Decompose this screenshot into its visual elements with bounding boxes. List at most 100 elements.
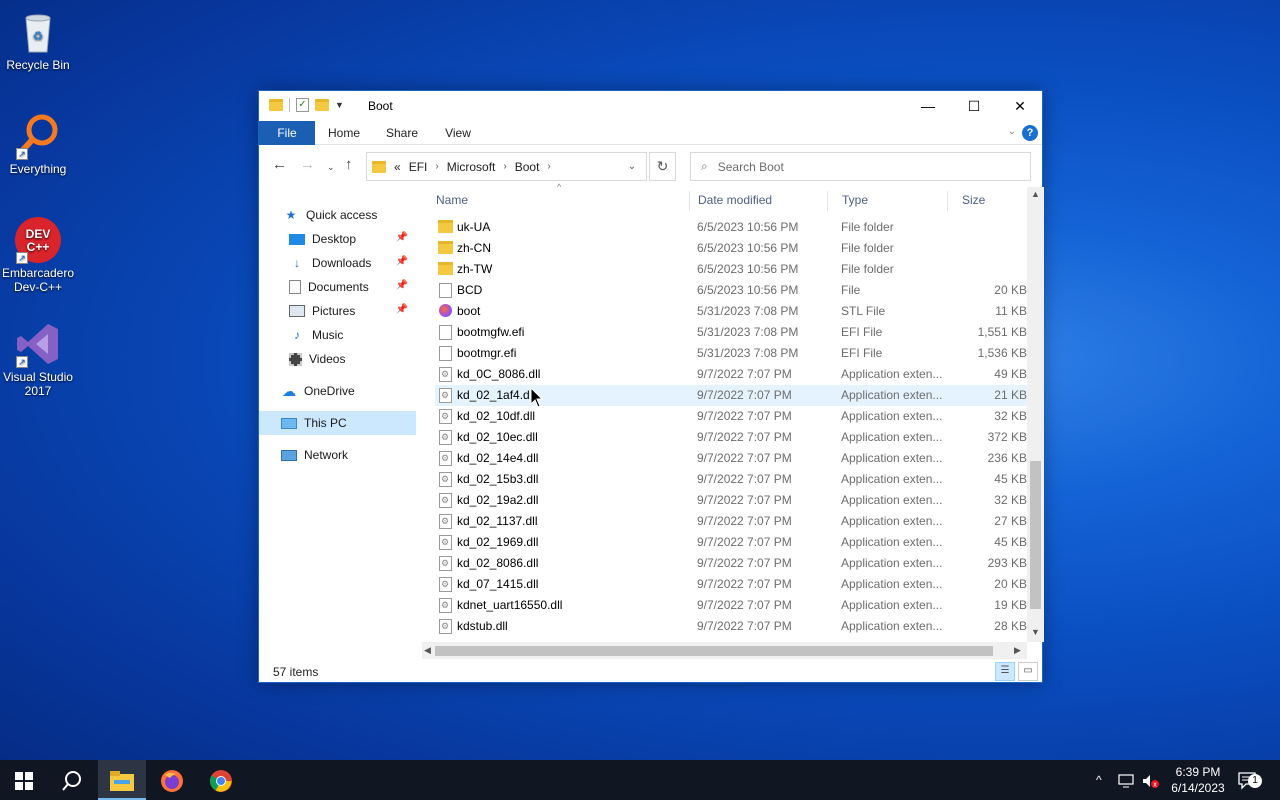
- shortcut-arrow-icon: ↗: [16, 148, 28, 160]
- file-row[interactable]: BCD 6/5/2023 10:56 PM File 20 KB: [435, 280, 1027, 301]
- pin-icon[interactable]: 📌: [396, 280, 408, 291]
- vertical-scroll-thumb[interactable]: [1030, 461, 1041, 609]
- firefox-icon: [161, 770, 183, 793]
- system-clock[interactable]: 6:39 PM 6/14/2023: [1162, 764, 1234, 796]
- tab-home[interactable]: Home: [321, 121, 367, 145]
- file-date-modified: 9/7/2022 7:07 PM: [697, 472, 792, 486]
- download-arrow-icon: ↓: [294, 256, 300, 270]
- file-row[interactable]: zh-TW 6/5/2023 10:56 PM File folder: [435, 259, 1027, 280]
- vertical-scrollbar[interactable]: ▲ ▼: [1027, 187, 1044, 642]
- desktop-icon-recycle-bin[interactable]: ♻ Recycle Bin: [0, 8, 76, 72]
- chevron-right-icon[interactable]: ›: [435, 161, 438, 172]
- chevron-right-icon[interactable]: ›: [547, 161, 550, 172]
- file-explorer-window[interactable]: ✓ ▼ Boot — ☐ ✕ File Home Share View ⌄ ? …: [258, 90, 1044, 683]
- up-arrow-icon[interactable]: ↑: [345, 157, 353, 173]
- file-row[interactable]: kd_02_8086.dll 9/7/2022 7:07 PM Applicatio…: [435, 553, 1027, 574]
- expand-ribbon-chevron-icon[interactable]: ⌄: [1008, 126, 1016, 137]
- search-input[interactable]: ⌕ Search Boot: [690, 152, 1031, 181]
- tab-view[interactable]: View: [439, 121, 477, 145]
- start-button[interactable]: [0, 760, 48, 800]
- file-row[interactable]: kd_07_1415.dll 9/7/2022 7:07 PM Applicatio…: [435, 574, 1027, 595]
- pin-icon[interactable]: 📌: [396, 256, 408, 267]
- file-row[interactable]: kd_02_14e4.dll 9/7/2022 7:07 PM Applicatio…: [435, 448, 1027, 469]
- forward-arrow-icon[interactable]: →: [300, 157, 315, 173]
- breadcrumb-boot[interactable]: Boot: [515, 160, 540, 174]
- file-row[interactable]: kd_02_10ec.dll 9/7/2022 7:07 PM Applicatio…: [435, 427, 1027, 448]
- details-view-button[interactable]: ☰: [995, 662, 1015, 681]
- breadcrumb-microsoft[interactable]: Microsoft: [447, 160, 496, 174]
- column-header-date-modified[interactable]: Date modified: [684, 191, 828, 211]
- address-dropdown-chevron-icon[interactable]: ⌄: [619, 152, 645, 181]
- file-row[interactable]: kd_02_15b3.dll 9/7/2022 7:07 PM Applicatio…: [435, 469, 1027, 490]
- new-folder-icon[interactable]: [315, 99, 329, 111]
- pin-icon[interactable]: 📌: [396, 232, 408, 243]
- taskbar-chrome[interactable]: [197, 760, 245, 800]
- chevron-down-icon[interactable]: ▼: [335, 100, 344, 110]
- taskbar-file-explorer[interactable]: [98, 760, 146, 800]
- minimize-button[interactable]: —: [905, 91, 951, 121]
- search-button[interactable]: [48, 760, 96, 800]
- nav-item-documents[interactable]: Documents 📌: [289, 275, 416, 299]
- address-bar[interactable]: « EFI › Microsoft › Boot ›: [366, 152, 647, 181]
- refresh-button[interactable]: ↻: [649, 152, 676, 181]
- pin-icon[interactable]: 📌: [396, 304, 408, 315]
- file-row[interactable]: kd_0C_8086.dll 9/7/2022 7:07 PM Applicatio…: [435, 364, 1027, 385]
- recent-locations-chevron-icon[interactable]: ⌄: [327, 159, 335, 175]
- taskbar-firefox[interactable]: [148, 760, 196, 800]
- show-hidden-icons-chevron-icon[interactable]: ^: [1096, 760, 1102, 800]
- title-bar[interactable]: ✓ ▼ Boot — ☐ ✕: [259, 91, 1042, 121]
- file-row[interactable]: kdstub.dll 9/7/2022 7:07 PM Application ex…: [435, 616, 1027, 637]
- scroll-right-arrow-icon[interactable]: ▶: [1014, 645, 1021, 656]
- nav-quick-access[interactable]: ★ Quick access: [283, 203, 413, 227]
- scroll-down-arrow-icon[interactable]: ▼: [1031, 627, 1040, 637]
- large-icons-view-button[interactable]: ▭: [1018, 662, 1038, 681]
- horizontal-scrollbar[interactable]: ◀ ▶: [422, 642, 1027, 659]
- scroll-up-arrow-icon[interactable]: ▲: [1031, 189, 1040, 199]
- breadcrumb-efi[interactable]: EFI: [409, 160, 428, 174]
- file-row[interactable]: zh-CN 6/5/2023 10:56 PM File folder: [435, 238, 1027, 259]
- action-center-icon[interactable]: 1: [1238, 760, 1268, 800]
- horizontal-scroll-thumb[interactable]: [435, 646, 993, 656]
- desktop-icon-devcpp[interactable]: DEV C++ ↗ Embarcadero Dev-C++: [0, 216, 76, 294]
- shortcut-arrow-icon: ↗: [16, 356, 28, 368]
- close-button[interactable]: ✕: [997, 91, 1043, 121]
- file-row[interactable]: kd_02_1137.dll 9/7/2022 7:07 PM Applicatio…: [435, 511, 1027, 532]
- nav-item-videos[interactable]: Videos: [289, 347, 416, 371]
- nav-this-pc[interactable]: This PC: [259, 411, 416, 435]
- column-header-type[interactable]: Type: [828, 191, 948, 211]
- everything-search-icon: ↗: [14, 112, 62, 160]
- desktop-icon-everything[interactable]: ↗ Everything: [0, 112, 76, 176]
- file-row[interactable]: bootmgr.efi 5/31/2023 7:08 PM EFI File 1,53…: [435, 343, 1027, 364]
- network-status-icon[interactable]: [1118, 760, 1134, 800]
- nav-item-downloads[interactable]: ↓ Downloads 📌: [289, 251, 416, 275]
- desktop-icon-visual-studio[interactable]: ↗ Visual Studio 2017: [0, 320, 76, 398]
- navigation-pane: ★ Quick access Desktop 📌 ↓ Downloads 📌 Docum…: [259, 201, 416, 651]
- tab-share[interactable]: Share: [381, 121, 423, 145]
- chevron-right-icon[interactable]: ›: [503, 161, 506, 172]
- back-arrow-icon[interactable]: ←: [272, 157, 287, 173]
- help-icon[interactable]: ?: [1022, 125, 1038, 141]
- nav-item-pictures[interactable]: Pictures 📌: [289, 299, 416, 323]
- file-row[interactable]: kdnet_uart16550.dll 9/7/2022 7:07 PM Appli…: [435, 595, 1027, 616]
- volume-muted-icon[interactable]: x: [1142, 760, 1160, 800]
- file-row[interactable]: kd_02_10df.dll 9/7/2022 7:07 PM Applicatio…: [435, 406, 1027, 427]
- nav-network[interactable]: Network: [281, 443, 413, 467]
- nav-onedrive[interactable]: ☁ OneDrive: [281, 379, 413, 403]
- file-row[interactable]: bootmgfw.efi 5/31/2023 7:08 PM EFI File 1,5…: [435, 322, 1027, 343]
- breadcrumb-overflow[interactable]: «: [394, 160, 401, 174]
- column-header-name[interactable]: Name: [422, 191, 690, 211]
- file-row[interactable]: kd_02_1af4.dll 9/7/2022 7:07 PM Applicatio…: [435, 385, 1027, 406]
- nav-item-desktop[interactable]: Desktop 📌: [289, 227, 416, 251]
- properties-icon[interactable]: ✓: [296, 98, 309, 112]
- file-row[interactable]: uk-UA 6/5/2023 10:56 PM File folder: [435, 217, 1027, 238]
- file-row[interactable]: kd_02_1969.dll 9/7/2022 7:07 PM Applicatio…: [435, 532, 1027, 553]
- file-name: kd_02_10ec.dll: [457, 430, 538, 444]
- nav-item-music[interactable]: ♪ Music: [289, 323, 416, 347]
- tab-file[interactable]: File: [259, 121, 315, 145]
- file-list: uk-UA 6/5/2023 10:56 PM File folder zh-CN 6/…: [435, 217, 1027, 639]
- file-row[interactable]: kd_02_19a2.dll 9/7/2022 7:07 PM Applicatio…: [435, 490, 1027, 511]
- column-header-size[interactable]: Size: [948, 191, 1027, 211]
- scroll-left-arrow-icon[interactable]: ◀: [424, 645, 431, 656]
- file-row[interactable]: boot 5/31/2023 7:08 PM STL File 11 KB: [435, 301, 1027, 322]
- maximize-button[interactable]: ☐: [951, 91, 997, 121]
